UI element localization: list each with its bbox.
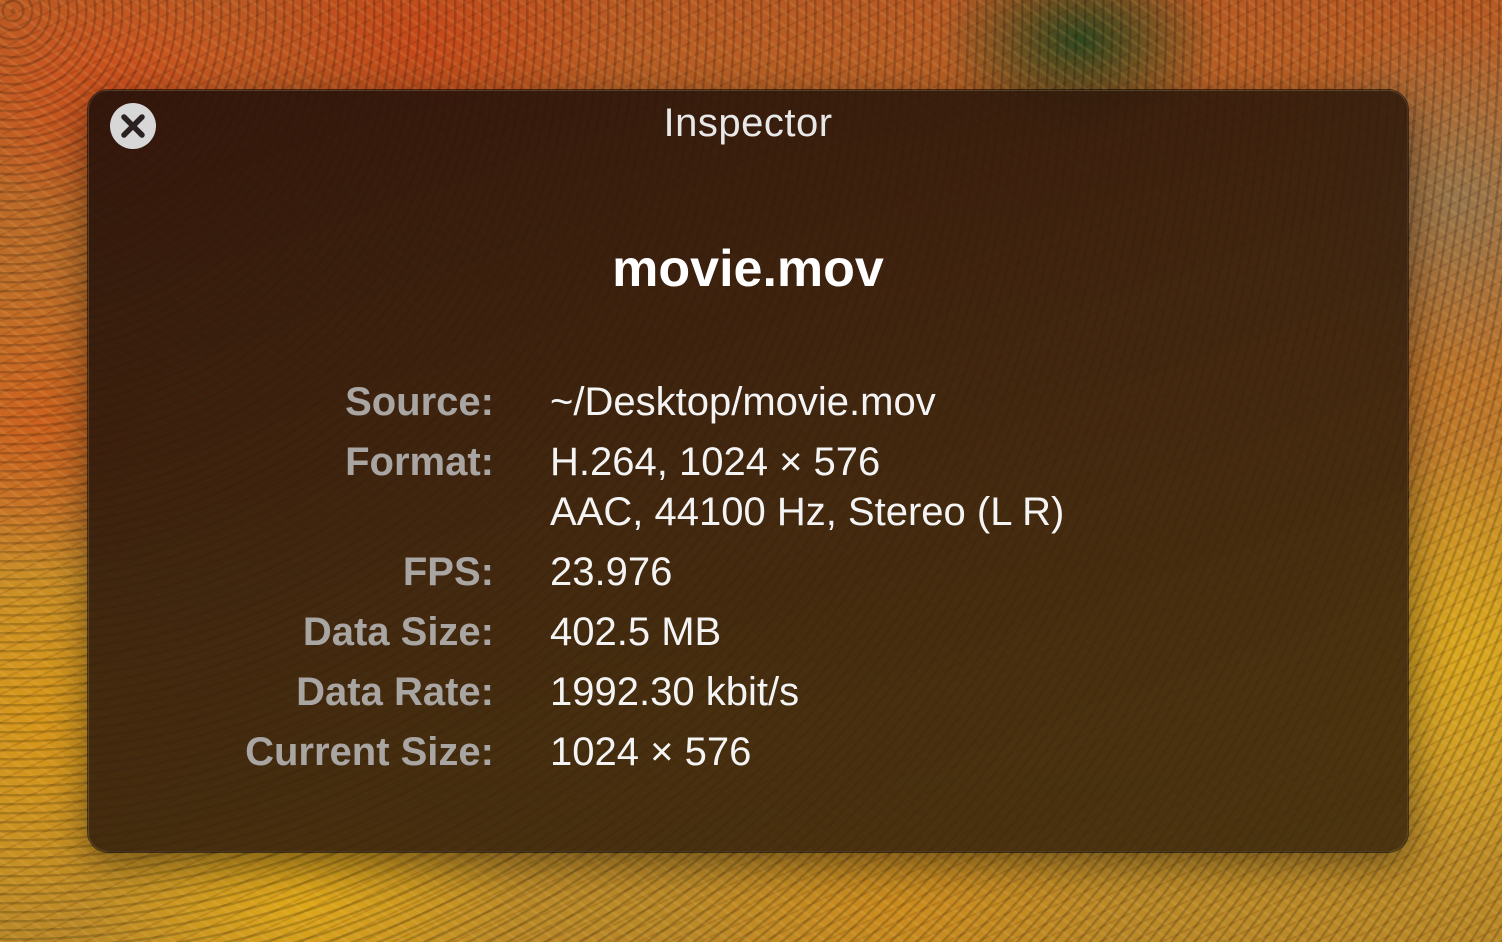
- source-value: ~/Desktop/movie.mov: [550, 380, 936, 424]
- current-size-value: 1024 × 576: [550, 730, 752, 774]
- desktop-wallpaper: Inspector movie.mov Source: ~/Desktop/mo…: [0, 0, 1502, 942]
- info-row-current-size: Current Size: 1024 × 576: [89, 723, 1407, 783]
- source-label: Source:: [345, 380, 494, 424]
- format-value: H.264, 1024 × 576 AAC, 44100 Hz, Stereo …: [550, 437, 1064, 537]
- data-rate-label: Data Rate:: [296, 670, 494, 714]
- info-row-fps: FPS: 23.976: [89, 543, 1407, 603]
- fps-label: FPS:: [402, 550, 494, 594]
- inspector-panel: Inspector movie.mov Source: ~/Desktop/mo…: [88, 90, 1408, 852]
- info-row-source: Source: ~/Desktop/movie.mov: [89, 373, 1407, 433]
- info-row-data-rate: Data Rate: 1992.30 kbit/s: [89, 663, 1407, 723]
- data-size-value: 402.5 MB: [550, 610, 722, 654]
- window-title: Inspector: [663, 101, 833, 145]
- info-row-format: Format: H.264, 1024 × 576 AAC, 44100 Hz,…: [89, 433, 1407, 543]
- format-video-value: H.264, 1024 × 576: [550, 440, 881, 484]
- info-table: Source: ~/Desktop/movie.mov Format: H.26…: [89, 373, 1407, 783]
- info-row-data-size: Data Size: 402.5 MB: [89, 603, 1407, 663]
- current-size-label: Current Size:: [245, 730, 494, 774]
- fps-value: 23.976: [550, 550, 673, 594]
- format-label: Format:: [345, 440, 494, 484]
- data-size-label: Data Size:: [302, 610, 494, 654]
- data-rate-value: 1992.30 kbit/s: [550, 670, 800, 714]
- format-audio-value: AAC, 44100 Hz, Stereo (L R): [550, 490, 1065, 534]
- file-name: movie.mov: [612, 240, 884, 298]
